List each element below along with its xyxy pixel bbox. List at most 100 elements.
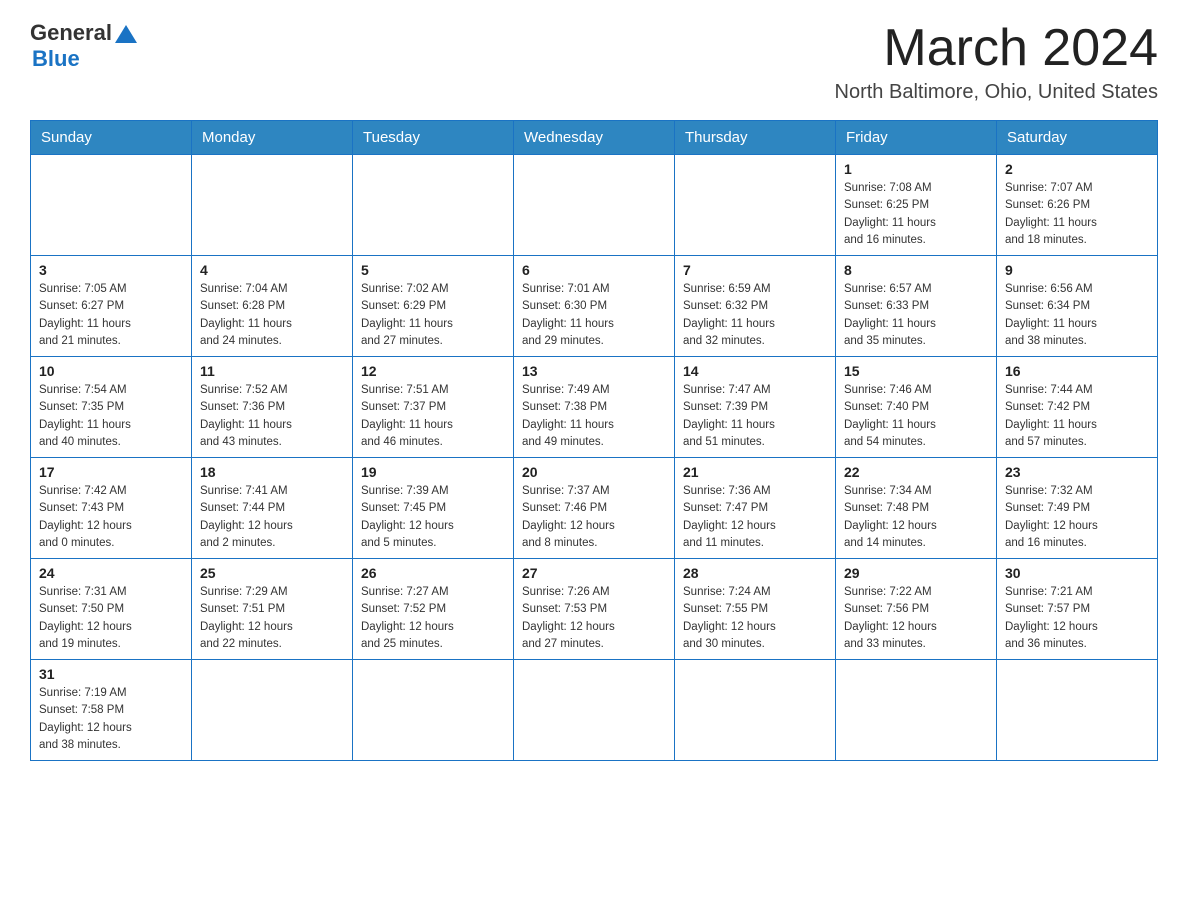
calendar-day-cell: 4 Sunrise: 7:04 AMSunset: 6:28 PMDaylight… [192, 256, 353, 357]
weekday-header-wednesday: Wednesday [514, 121, 675, 155]
day-number: 22 [844, 464, 988, 480]
day-info: Sunrise: 7:24 AMSunset: 7:55 PMDaylight:… [683, 584, 827, 653]
calendar-location: North Baltimore, Ohio, United States [835, 81, 1158, 104]
day-number: 20 [522, 464, 666, 480]
calendar-day-cell: 10 Sunrise: 7:54 AMSunset: 7:35 PMDayligh… [31, 357, 192, 458]
page-header: General Blue March 2024 North Baltimore,… [30, 20, 1158, 104]
calendar-week-1: 1 Sunrise: 7:08 AMSunset: 6:25 PMDaylight… [31, 155, 1158, 256]
logo: General Blue [30, 20, 137, 72]
day-number: 8 [844, 262, 988, 278]
calendar-day-cell: 30 Sunrise: 7:21 AMSunset: 7:57 PMDayligh… [997, 559, 1158, 660]
day-info: Sunrise: 7:34 AMSunset: 7:48 PMDaylight:… [844, 483, 988, 552]
day-number: 7 [683, 262, 827, 278]
calendar-day-cell: 9 Sunrise: 6:56 AMSunset: 6:34 PMDaylight… [997, 256, 1158, 357]
day-info: Sunrise: 7:27 AMSunset: 7:52 PMDaylight:… [361, 584, 505, 653]
calendar-week-2: 3 Sunrise: 7:05 AMSunset: 6:27 PMDaylight… [31, 256, 1158, 357]
day-number: 18 [200, 464, 344, 480]
day-info: Sunrise: 7:21 AMSunset: 7:57 PMDaylight:… [1005, 584, 1149, 653]
calendar-day-cell [192, 155, 353, 256]
calendar-day-cell [514, 660, 675, 761]
weekday-header-friday: Friday [836, 121, 997, 155]
calendar-week-3: 10 Sunrise: 7:54 AMSunset: 7:35 PMDayligh… [31, 357, 1158, 458]
day-info: Sunrise: 7:42 AMSunset: 7:43 PMDaylight:… [39, 483, 183, 552]
day-number: 4 [200, 262, 344, 278]
day-number: 23 [1005, 464, 1149, 480]
day-info: Sunrise: 7:47 AMSunset: 7:39 PMDaylight:… [683, 382, 827, 451]
calendar-day-cell: 13 Sunrise: 7:49 AMSunset: 7:38 PMDayligh… [514, 357, 675, 458]
calendar-title-block: March 2024 North Baltimore, Ohio, United… [835, 20, 1158, 104]
day-info: Sunrise: 7:04 AMSunset: 6:28 PMDaylight:… [200, 281, 344, 350]
calendar-day-cell [675, 660, 836, 761]
logo-general-text: General [30, 20, 112, 46]
day-info: Sunrise: 7:26 AMSunset: 7:53 PMDaylight:… [522, 584, 666, 653]
day-number: 30 [1005, 565, 1149, 581]
day-number: 10 [39, 363, 183, 379]
weekday-header-thursday: Thursday [675, 121, 836, 155]
day-info: Sunrise: 7:02 AMSunset: 6:29 PMDaylight:… [361, 281, 505, 350]
calendar-day-cell: 24 Sunrise: 7:31 AMSunset: 7:50 PMDayligh… [31, 559, 192, 660]
calendar-day-cell: 20Sunrise: 7:37 AMSunset: 7:46 PMDayligh… [514, 458, 675, 559]
logo-triangle-icon [115, 23, 137, 45]
day-number: 9 [1005, 262, 1149, 278]
day-info: Sunrise: 7:49 AMSunset: 7:38 PMDaylight:… [522, 382, 666, 451]
calendar-day-cell: 8Sunrise: 6:57 AMSunset: 6:33 PMDaylight… [836, 256, 997, 357]
calendar-day-cell: 7Sunrise: 6:59 AMSunset: 6:32 PMDaylight… [675, 256, 836, 357]
day-number: 6 [522, 262, 666, 278]
day-info: Sunrise: 7:54 AMSunset: 7:35 PMDaylight:… [39, 382, 183, 451]
calendar-day-cell [997, 660, 1158, 761]
calendar-day-cell: 14Sunrise: 7:47 AMSunset: 7:39 PMDayligh… [675, 357, 836, 458]
day-info: Sunrise: 7:46 AMSunset: 7:40 PMDaylight:… [844, 382, 988, 451]
day-info: Sunrise: 7:01 AMSunset: 6:30 PMDaylight:… [522, 281, 666, 350]
weekday-header-saturday: Saturday [997, 121, 1158, 155]
day-number: 21 [683, 464, 827, 480]
calendar-day-cell: 27 Sunrise: 7:26 AMSunset: 7:53 PMDayligh… [514, 559, 675, 660]
calendar-day-cell: 2 Sunrise: 7:07 AMSunset: 6:26 PMDaylight… [997, 155, 1158, 256]
weekday-header-tuesday: Tuesday [353, 121, 514, 155]
day-number: 28 [683, 565, 827, 581]
calendar-day-cell: 29Sunrise: 7:22 AMSunset: 7:56 PMDayligh… [836, 559, 997, 660]
calendar-day-cell: 5 Sunrise: 7:02 AMSunset: 6:29 PMDaylight… [353, 256, 514, 357]
day-number: 26 [361, 565, 505, 581]
calendar-day-cell [514, 155, 675, 256]
day-info: Sunrise: 7:29 AMSunset: 7:51 PMDaylight:… [200, 584, 344, 653]
weekday-header-sunday: Sunday [31, 121, 192, 155]
day-number: 24 [39, 565, 183, 581]
calendar-day-cell: 17 Sunrise: 7:42 AMSunset: 7:43 PMDayligh… [31, 458, 192, 559]
day-number: 2 [1005, 161, 1149, 177]
day-info: Sunrise: 6:56 AMSunset: 6:34 PMDaylight:… [1005, 281, 1149, 350]
calendar-day-cell: 12Sunrise: 7:51 AMSunset: 7:37 PMDayligh… [353, 357, 514, 458]
calendar-day-cell: 3 Sunrise: 7:05 AMSunset: 6:27 PMDaylight… [31, 256, 192, 357]
calendar-day-cell [836, 660, 997, 761]
day-number: 1 [844, 161, 988, 177]
calendar-week-4: 17 Sunrise: 7:42 AMSunset: 7:43 PMDayligh… [31, 458, 1158, 559]
calendar-day-cell: 21Sunrise: 7:36 AMSunset: 7:47 PMDayligh… [675, 458, 836, 559]
day-number: 29 [844, 565, 988, 581]
day-info: Sunrise: 7:08 AMSunset: 6:25 PMDaylight:… [844, 180, 988, 249]
calendar-week-5: 24 Sunrise: 7:31 AMSunset: 7:50 PMDayligh… [31, 559, 1158, 660]
day-number: 17 [39, 464, 183, 480]
day-number: 27 [522, 565, 666, 581]
calendar-day-cell: 25Sunrise: 7:29 AMSunset: 7:51 PMDayligh… [192, 559, 353, 660]
day-info: Sunrise: 7:07 AMSunset: 6:26 PMDaylight:… [1005, 180, 1149, 249]
day-number: 5 [361, 262, 505, 278]
day-info: Sunrise: 7:41 AMSunset: 7:44 PMDaylight:… [200, 483, 344, 552]
calendar-day-cell: 23 Sunrise: 7:32 AMSunset: 7:49 PMDayligh… [997, 458, 1158, 559]
weekday-header-row: SundayMondayTuesdayWednesdayThursdayFrid… [31, 121, 1158, 155]
day-info: Sunrise: 7:32 AMSunset: 7:49 PMDaylight:… [1005, 483, 1149, 552]
calendar-day-cell: 26 Sunrise: 7:27 AMSunset: 7:52 PMDayligh… [353, 559, 514, 660]
day-number: 19 [361, 464, 505, 480]
day-number: 11 [200, 363, 344, 379]
calendar-day-cell: 6 Sunrise: 7:01 AMSunset: 6:30 PMDaylight… [514, 256, 675, 357]
weekday-header-monday: Monday [192, 121, 353, 155]
day-number: 3 [39, 262, 183, 278]
day-number: 13 [522, 363, 666, 379]
calendar-table: SundayMondayTuesdayWednesdayThursdayFrid… [30, 120, 1158, 761]
calendar-day-cell [192, 660, 353, 761]
day-number: 15 [844, 363, 988, 379]
day-info: Sunrise: 7:05 AMSunset: 6:27 PMDaylight:… [39, 281, 183, 350]
day-number: 16 [1005, 363, 1149, 379]
calendar-day-cell: 16Sunrise: 7:44 AMSunset: 7:42 PMDayligh… [997, 357, 1158, 458]
calendar-month-year: March 2024 [835, 20, 1158, 77]
calendar-day-cell: 1 Sunrise: 7:08 AMSunset: 6:25 PMDaylight… [836, 155, 997, 256]
day-info: Sunrise: 7:31 AMSunset: 7:50 PMDaylight:… [39, 584, 183, 653]
